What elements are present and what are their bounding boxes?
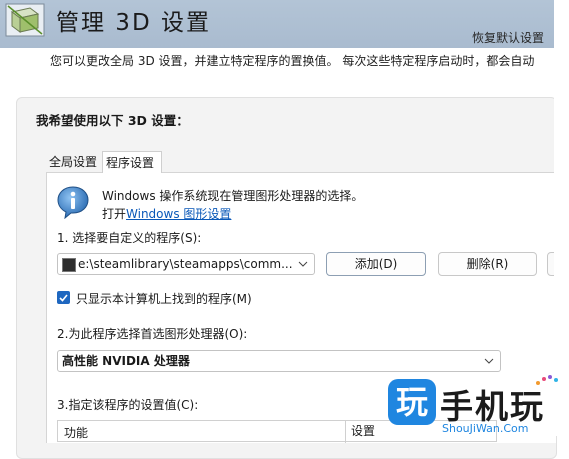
column-header-setting[interactable]: 设置 xyxy=(345,421,375,443)
delete-program-button[interactable]: 删除(R) xyxy=(438,252,537,276)
header-band: 管理 3D 设置 恢复默认设置 xyxy=(0,0,569,48)
info-link-prefix: 打开 xyxy=(102,207,127,221)
tab-program-settings[interactable]: 程序设置 xyxy=(102,151,162,173)
intro-text: 您可以更改全局 3D 设置，并建立特定程序的置换值。 每次这些特定程序启动时，都… xyxy=(50,54,535,68)
chevron-down-icon xyxy=(484,358,494,364)
column-header-feature[interactable]: 功能 xyxy=(64,424,88,441)
program-select[interactable]: e:\steamlibrary\steamapps\comm... xyxy=(57,253,315,275)
watermark-text: 手机玩 xyxy=(440,387,545,426)
windows-graphics-settings-link[interactable]: Windows 图形设置 xyxy=(126,207,231,221)
watermark-badge: 玩 xyxy=(388,379,436,425)
add-program-button[interactable]: 添加(D) xyxy=(326,252,426,276)
program-select-value: e:\steamlibrary\steamapps\comm... xyxy=(78,257,293,271)
info-icon xyxy=(57,186,89,219)
watermark-logo: 玩 手机玩 ShouJiWan.Com xyxy=(386,374,569,436)
info-message: Windows 操作系统现在管理图形处理器的选择。 xyxy=(102,189,364,203)
chevron-down-icon xyxy=(298,261,308,267)
show-only-found-checkbox[interactable] xyxy=(57,291,70,304)
gpu-select-value: 高性能 NVIDIA 处理器 xyxy=(62,354,190,368)
restore-defaults-link[interactable]: 恢复默认设置 xyxy=(472,29,544,46)
info-link-line: 打开Windows 图形设置 xyxy=(102,205,231,222)
gpu-select-label: 2.为此程序选择首选图形处理器(O): xyxy=(57,327,248,341)
watermark-url: ShouJiWan.Com xyxy=(442,422,529,435)
program-thumbnail-icon xyxy=(62,258,76,272)
show-only-found-label: 只显示本计算机上找到的程序(M) xyxy=(76,292,252,306)
program-settings-label: 3.指定该程序的设置值(C): xyxy=(57,398,199,412)
gpu-select[interactable]: 高性能 NVIDIA 处理器 xyxy=(57,350,501,372)
program-select-label: 1. 选择要自定义的程序(S): xyxy=(57,231,202,245)
nvidia-3d-app-icon xyxy=(5,3,45,37)
page-title: 管理 3D 设置 xyxy=(56,10,211,36)
panel-heading: 我希望使用以下 3D 设置： xyxy=(36,113,189,128)
check-icon xyxy=(59,294,68,302)
window-edge xyxy=(554,0,569,436)
tab-global-settings[interactable]: 全局设置 xyxy=(46,151,102,173)
